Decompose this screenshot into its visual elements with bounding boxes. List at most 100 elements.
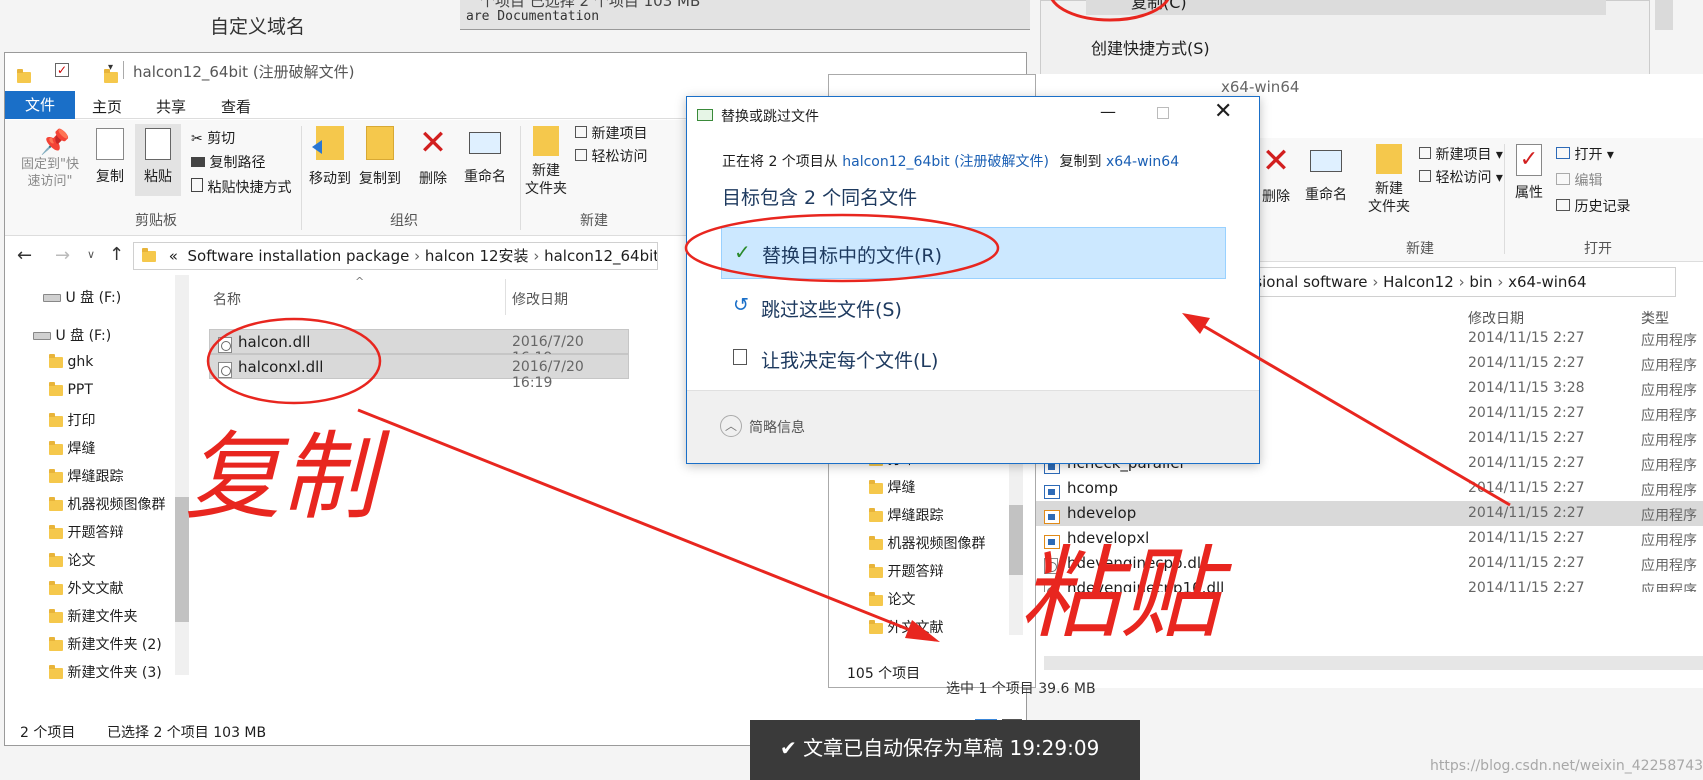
recent-dropdown-icon[interactable]: ∨ bbox=[87, 248, 95, 261]
tab-share[interactable]: 共享 bbox=[156, 96, 186, 117]
copy-to-button[interactable]: 复制到 bbox=[355, 126, 405, 188]
easy-access-button[interactable]: 轻松访问 bbox=[575, 146, 647, 166]
nav-item-folder[interactable]: 外文文献 bbox=[49, 578, 123, 598]
breadcrumb-overflow[interactable]: « bbox=[169, 247, 178, 265]
delete-button[interactable]: ✕ 删除 bbox=[1256, 144, 1296, 206]
minimize-icon[interactable]: — bbox=[1100, 102, 1116, 121]
new-item-button[interactable]: 新建项目 ▾ bbox=[1419, 144, 1503, 164]
nav-item-usb[interactable]: U 盘 (F:) bbox=[43, 287, 121, 307]
nav-item-folder[interactable]: 焊缝 bbox=[869, 477, 915, 497]
collapse-chevron-icon[interactable]: ︿ bbox=[720, 415, 742, 437]
horizontal-scrollbar[interactable] bbox=[1044, 656, 1703, 670]
ctx-copy-item[interactable]: 复制(C) bbox=[1086, 0, 1606, 15]
paste-shortcut-button[interactable]: 粘贴快捷方式 bbox=[191, 177, 291, 197]
destination-link[interactable]: x64-win64 bbox=[1106, 154, 1179, 170]
scrollbar-thumb[interactable] bbox=[175, 497, 189, 622]
file-type: 应用程序 bbox=[1641, 558, 1697, 574]
breadcrumb-item[interactable]: x64-win64 bbox=[1508, 273, 1586, 291]
replace-option[interactable]: ✓ 替换目标中的文件(R) bbox=[721, 227, 1226, 279]
forward-arrow-icon[interactable]: → bbox=[55, 245, 70, 266]
column-separator[interactable] bbox=[505, 279, 506, 315]
nav-item-folder[interactable]: 打印 bbox=[49, 410, 95, 430]
delete-button[interactable]: ✕ 删除 bbox=[413, 126, 453, 188]
nav-item-folder[interactable]: 焊缝跟踪 bbox=[49, 466, 123, 486]
nav-scrollbar[interactable] bbox=[175, 275, 189, 675]
details-toggle[interactable]: 简略信息 bbox=[749, 417, 805, 437]
tab-view[interactable]: 查看 bbox=[221, 96, 251, 117]
delete-label: 删除 bbox=[1262, 189, 1290, 205]
nav-item-usb[interactable]: U 盘 (F:) bbox=[33, 325, 111, 345]
nav-item-folder[interactable]: 机器视频图像群 bbox=[869, 533, 1019, 553]
column-name-header[interactable]: 名称 bbox=[213, 289, 241, 309]
ctx-shortcut-item[interactable]: 创建快捷方式(S) bbox=[1091, 35, 1210, 59]
file-row[interactable]: halcon.dll 2016/7/20 16:19 bbox=[209, 329, 629, 366]
open-button[interactable]: 打开 ▾ bbox=[1556, 144, 1614, 164]
breadcrumb-item[interactable]: bin bbox=[1469, 273, 1492, 291]
paste-button[interactable]: 粘贴 bbox=[135, 124, 181, 196]
nav-item-folder[interactable]: 论文 bbox=[49, 550, 95, 570]
rename-button[interactable]: 重命名 bbox=[1298, 144, 1354, 204]
file-row[interactable]: hdevenginecpp.dll 2014/11/15 2:27 应用程序 bbox=[1036, 551, 1703, 576]
back-arrow-icon[interactable]: ← bbox=[17, 245, 32, 266]
close-icon[interactable]: ✕ bbox=[1214, 99, 1232, 124]
up-arrow-icon[interactable]: ↑ bbox=[109, 244, 124, 265]
edit-button[interactable]: 编辑 bbox=[1556, 170, 1602, 190]
nav-item-folder[interactable]: 新建文件夹 (3) bbox=[49, 662, 162, 682]
file-row[interactable]: hdevenginecpp10.dll 2014/11/15 2:27 应用程序 bbox=[1036, 576, 1703, 592]
nav-item-folder[interactable]: 开题答辩 bbox=[869, 561, 943, 581]
dll-file-icon bbox=[218, 361, 232, 378]
copy-to-label: 复制到 bbox=[359, 171, 401, 187]
file-type: 应用程序 bbox=[1641, 408, 1697, 424]
cut-button[interactable]: ✂ 剪切 bbox=[191, 128, 235, 148]
file-row[interactable]: hcomp 2014/11/15 2:27 应用程序 bbox=[1036, 476, 1703, 501]
copy-button[interactable]: 复制 bbox=[90, 128, 130, 186]
file-row[interactable]: hdevelop 2014/11/15 2:27 应用程序 bbox=[1036, 501, 1703, 526]
skip-option[interactable]: ↺ 跳过这些文件(S) bbox=[721, 282, 1226, 332]
middle-title-bar bbox=[829, 75, 1039, 97]
history-button[interactable]: 历史记录 bbox=[1556, 196, 1630, 216]
new-folder-button[interactable]: 新建 文件夹 bbox=[523, 126, 569, 198]
scrollbar-thumb[interactable] bbox=[1009, 505, 1023, 575]
address-bar[interactable]: « Software installation package › halcon… bbox=[133, 242, 658, 270]
tab-home[interactable]: 主页 bbox=[92, 96, 122, 117]
easy-access-button[interactable]: 轻松访问 ▾ bbox=[1419, 167, 1503, 187]
nav-item-folder[interactable]: 开题答辩 bbox=[49, 522, 123, 542]
copy-path-button[interactable]: 复制路径 bbox=[191, 152, 265, 172]
nav-item-folder[interactable]: 外文文献 bbox=[869, 617, 943, 637]
decide-option[interactable]: 让我决定每个文件(L) bbox=[721, 333, 1226, 383]
nav-item-folder[interactable]: PPT bbox=[49, 381, 93, 398]
source-link-suffix[interactable]: (注册破解文件) bbox=[954, 154, 1049, 170]
column-type-header[interactable]: 类型 bbox=[1641, 308, 1669, 328]
file-row[interactable]: hdevelopxl 2014/11/15 2:27 应用程序 bbox=[1036, 526, 1703, 551]
nav-item-folder[interactable]: 新建文件夹 bbox=[49, 606, 137, 626]
new-item-icon bbox=[1419, 147, 1431, 159]
nav-item-folder[interactable]: 焊缝 bbox=[49, 438, 95, 458]
nav-item-folder[interactable]: 焊缝跟踪 bbox=[869, 505, 943, 525]
rename-button[interactable]: 重命名 bbox=[457, 126, 513, 186]
new-folder-button[interactable]: 新建 文件夹 bbox=[1366, 144, 1412, 216]
middle-scrollbar[interactable] bbox=[1009, 455, 1023, 635]
new-item-label: 新建项目 bbox=[591, 126, 648, 142]
breadcrumb-item[interactable]: halcon12_64bit bbox=[544, 247, 657, 265]
nav-item-folder[interactable]: 论文 bbox=[869, 589, 915, 609]
tab-file[interactable]: 文件 bbox=[5, 91, 75, 119]
source-link[interactable]: halcon12_64bit bbox=[842, 154, 949, 170]
column-date-header[interactable]: 修改日期 bbox=[1468, 308, 1524, 328]
nav-label: 新建文件夹 (3) bbox=[67, 665, 162, 681]
pin-button[interactable]: 📌 固定到"快速访问" bbox=[15, 128, 85, 190]
column-date-header[interactable]: 修改日期 bbox=[512, 289, 568, 309]
nav-label: 打印 bbox=[67, 413, 96, 429]
dialog-title: 替换或跳过文件 bbox=[721, 109, 819, 125]
properties-button[interactable]: ✓ 属性 bbox=[1509, 144, 1549, 202]
nav-item-folder[interactable]: ghk bbox=[49, 353, 93, 370]
file-row[interactable]: halconxl.dll 2016/7/20 16:19 bbox=[209, 354, 629, 391]
breadcrumb-item[interactable]: Software installation package bbox=[188, 247, 410, 265]
breadcrumb-item[interactable]: Halcon12 bbox=[1383, 273, 1454, 291]
dropdown-icon[interactable]: ▾ bbox=[108, 62, 113, 73]
checkbox-icon[interactable]: ✓ bbox=[55, 63, 69, 77]
new-item-button[interactable]: 新建项目 bbox=[575, 123, 647, 143]
move-to-button[interactable]: 移动到 bbox=[305, 126, 355, 188]
nav-item-folder[interactable]: 机器视频图像群 bbox=[49, 494, 189, 514]
breadcrumb-item[interactable]: halcon 12安装 bbox=[425, 247, 529, 265]
nav-item-folder[interactable]: 新建文件夹 (2) bbox=[49, 634, 162, 654]
